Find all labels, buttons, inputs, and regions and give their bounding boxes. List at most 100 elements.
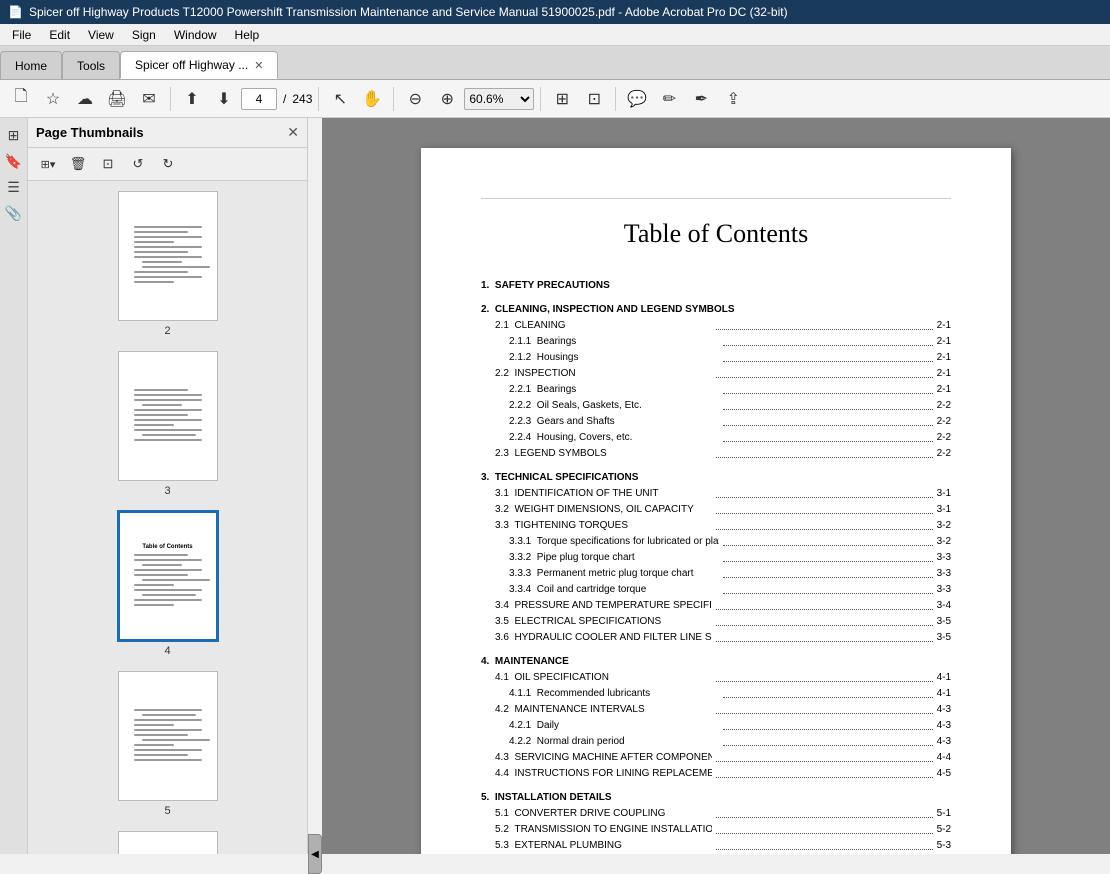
thumbnail-page-4[interactable]: Table of Contents 4 [28, 501, 307, 661]
bookmarks-icon[interactable]: 🔖 [3, 150, 25, 172]
toc-entry-4-4: 4.4 INSTRUCTIONS FOR LINING REPLACEMENT … [495, 767, 951, 781]
thumbnail-page-6[interactable]: 6 [28, 821, 307, 854]
menu-window[interactable]: Window [166, 26, 225, 44]
sidebar-title: Page Thumbnails [36, 125, 144, 140]
menu-help[interactable]: Help [227, 26, 268, 44]
comment-button[interactable]: 💬 [622, 84, 652, 114]
tab-home[interactable]: Home [0, 51, 62, 79]
sidebar-extract-button[interactable]: ⊡ [94, 152, 122, 176]
toc-entry-2-2-1: 2.2.1 Bearings 2-1 [509, 383, 951, 397]
new-button[interactable]: 🗋 [6, 84, 36, 114]
toc-section-2: 2. CLEANING, INSPECTION AND LEGEND SYMBO… [481, 303, 951, 317]
toc-entry-2-3: 2.3 LEGEND SYMBOLS 2-2 [495, 447, 951, 461]
edit-pdf-button[interactable]: ✒ [686, 84, 716, 114]
sidebar-collapse-button[interactable]: ◀ [308, 834, 322, 874]
sidebar-header: Page Thumbnails ✕ [28, 118, 307, 148]
tab-bar: Home Tools Spicer off Highway ... ✕ [0, 46, 1110, 80]
toc-section-3: 3. TECHNICAL SPECIFICATIONS [481, 471, 951, 485]
menu-file[interactable]: File [4, 26, 39, 44]
sidebar-menu-button[interactable]: ⊞▾ [34, 152, 62, 176]
tab-document-label: Spicer off Highway ... [135, 58, 248, 72]
thumbnail-label-4: 4 [164, 645, 170, 657]
zoom-select[interactable]: 60.6% 50% 75% 100% 125% 150% [464, 88, 534, 110]
toc-entry-2-2-2: 2.2.2 Oil Seals, Gaskets, Etc. 2-2 [509, 399, 951, 413]
cursor-tool-button[interactable]: ↖ [325, 84, 355, 114]
pdf-view-area[interactable]: Table of Contents 1. SAFETY PRECAUTIONS … [322, 118, 1110, 854]
share-button[interactable]: ⇪ [718, 84, 748, 114]
menu-view[interactable]: View [80, 26, 122, 44]
fit-page-button[interactable]: ⊞ [547, 84, 577, 114]
toc-section-1: 1. SAFETY PRECAUTIONS [481, 279, 951, 293]
sidebar: Page Thumbnails ✕ ⊞▾ 🗑 ⊡ ↺ ↻ [28, 118, 308, 854]
pdf-page: Table of Contents 1. SAFETY PRECAUTIONS … [421, 148, 1011, 854]
sidebar-undo-button[interactable]: ↺ [124, 152, 152, 176]
toc-entry-3-2: 3.2 WEIGHT DIMENSIONS, OIL CAPACITY 3-1 [495, 503, 951, 517]
thumbnails-icon[interactable]: ⊞ [3, 124, 25, 146]
toc-entry-2-2-4: 2.2.4 Housing, Covers, etc. 2-2 [509, 431, 951, 445]
hand-tool-button[interactable]: ✋ [357, 84, 387, 114]
toc-entry-2-1: 2.1 CLEANING 2-1 [495, 319, 951, 333]
thumbnail-page-2[interactable]: 2 [28, 181, 307, 341]
save-button[interactable]: ☁ [70, 84, 100, 114]
toc-entry-4-1: 4.1 OIL SPECIFICATION 4-1 [495, 671, 951, 685]
toc-section-5: 5. INSTALLATION DETAILS [481, 791, 951, 805]
tab-document[interactable]: Spicer off Highway ... ✕ [120, 51, 278, 79]
highlight-button[interactable]: ✏ [654, 84, 684, 114]
toc-section-4: 4. MAINTENANCE [481, 655, 951, 669]
window-title: Spicer off Highway Products T12000 Power… [29, 5, 788, 19]
menu-edit[interactable]: Edit [41, 26, 78, 44]
thumbnail-label-3: 3 [164, 485, 170, 497]
toc-entry-4-1-1: 4.1.1 Recommended lubricants 4-1 [509, 687, 951, 701]
thumbnail-img-6 [118, 831, 218, 854]
thumbnail-img-2 [118, 191, 218, 321]
zoom-out-button[interactable]: ⊖ [400, 84, 430, 114]
main-content: ⊞ 🔖 ☰ 📎 Page Thumbnails ✕ ⊞▾ 🗑 ⊡ ↺ ↻ [0, 118, 1110, 854]
email-button[interactable]: ✉ [134, 84, 164, 114]
toc-entry-4-2: 4.2 MAINTENANCE INTERVALS 4-3 [495, 703, 951, 717]
toc-entry-2-1-1: 2.1.1 Bearings 2-1 [509, 335, 951, 349]
thumbnail-img-5 [118, 671, 218, 801]
page-nav: / 243 [241, 88, 312, 110]
next-page-button[interactable]: ⬇ [209, 84, 239, 114]
tab-close-button[interactable]: ✕ [254, 59, 263, 72]
toc-entry-3-3: 3.3 TIGHTENING TORQUES 3-2 [495, 519, 951, 533]
menu-sign[interactable]: Sign [124, 26, 164, 44]
thumbnail-page-5[interactable]: 5 [28, 661, 307, 821]
toc-entry-2-1-2: 2.1.2 Housings 2-1 [509, 351, 951, 365]
toc-entry-3-3-2: 3.3.2 Pipe plug torque chart 3-3 [509, 551, 951, 565]
toolbar: 🗋 ☆ ☁ 🖨 ✉ ⬆ ⬇ / 243 ↖ ✋ ⊖ ⊕ 60.6% 50% 75… [0, 80, 1110, 118]
page-number-input[interactable] [241, 88, 277, 110]
zoom-in-button[interactable]: ⊕ [432, 84, 462, 114]
sidebar-toolbar: ⊞▾ 🗑 ⊡ ↺ ↻ [28, 148, 307, 181]
thumbnail-img-3 [118, 351, 218, 481]
tab-tools-label: Tools [77, 59, 105, 73]
toc-entry-5-1: 5.1 CONVERTER DRIVE COUPLING 5-1 [495, 807, 951, 821]
thumbnail-area[interactable]: 2 [28, 181, 307, 854]
thumbnail-label-5: 5 [164, 805, 170, 817]
sidebar-redo-button[interactable]: ↻ [154, 152, 182, 176]
toc-title: Table of Contents [481, 219, 951, 249]
toolbar-separator-1 [170, 87, 171, 111]
toolbar-separator-2 [318, 87, 319, 111]
toc-entry-4-3: 4.3 SERVICING MACHINE AFTER COMPONENTS O… [495, 751, 951, 765]
app-icon: 📄 [8, 5, 23, 19]
toc-entry-3-3-3: 3.3.3 Permanent metric plug torque chart… [509, 567, 951, 581]
sidebar-close-button[interactable]: ✕ [287, 124, 299, 141]
prev-page-button[interactable]: ⬆ [177, 84, 207, 114]
toc-entry-3-1: 3.1 IDENTIFICATION OF THE UNIT 3-1 [495, 487, 951, 501]
toc-entry-3-6: 3.6 HYDRAULIC COOLER AND FILTER LINE SPE… [495, 631, 951, 645]
tab-tools[interactable]: Tools [62, 51, 120, 79]
marquee-zoom-button[interactable]: ⊡ [579, 84, 609, 114]
sidebar-delete-button[interactable]: 🗑 [64, 152, 92, 176]
toc-entry-3-3-1: 3.3.1 Torque specifications for lubricat… [509, 535, 951, 549]
layers-icon[interactable]: ☰ [3, 176, 25, 198]
bookmark-button[interactable]: ☆ [38, 84, 68, 114]
toc-entry-4-2-2: 4.2.2 Normal drain period 4-3 [509, 735, 951, 749]
print-button[interactable]: 🖨 [102, 84, 132, 114]
attachments-icon[interactable]: 📎 [3, 202, 25, 224]
menu-bar: File Edit View Sign Window Help [0, 24, 1110, 46]
toc-entry-3-5: 3.5 ELECTRICAL SPECIFICATIONS 3-5 [495, 615, 951, 629]
toc-entry-3-4: 3.4 PRESSURE AND TEMPERATURE SPECIFICATI… [495, 599, 951, 613]
thumbnail-page-3[interactable]: 3 [28, 341, 307, 501]
toc-entry-5-3: 5.3 EXTERNAL PLUMBING 5-3 [495, 839, 951, 853]
